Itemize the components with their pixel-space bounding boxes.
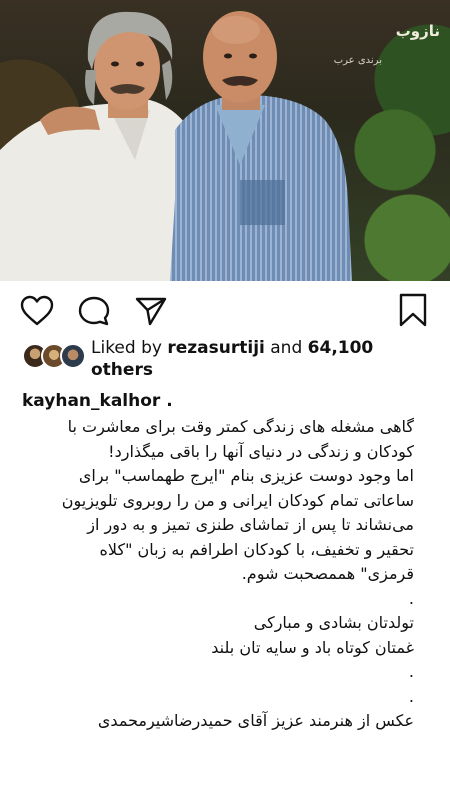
caption-line: ساعاتی تمام کودکان ایرانی و من را روبروی…: [61, 490, 414, 510]
caption-line: .: [408, 588, 414, 608]
bookmark-icon[interactable]: [398, 293, 428, 327]
avatar: [60, 343, 86, 369]
action-bar: [0, 281, 450, 337]
likes-text: Liked by rezasurtiji and 64,100 others: [91, 337, 373, 381]
likes-others[interactable]: others: [91, 360, 153, 380]
post-photo[interactable]: نازوب برندی عرب: [0, 0, 450, 281]
caption-line: قرمزی" هممصحبت شوم.: [241, 564, 414, 583]
caption-line: می‌نشاند تا پس از تماشای طنزی تمیز و به …: [87, 515, 414, 534]
caption-line: .: [408, 662, 414, 681]
caption-line: گاهی مشغله های زندگی کمتر وقت برای معاشر…: [67, 417, 414, 436]
post-username[interactable]: kayhan_kalhor .: [0, 381, 450, 415]
share-icon[interactable]: [134, 295, 168, 327]
liked-by-prefix: Liked by: [91, 338, 162, 358]
caption-line: اما وجود دوست عزیزی بنام "ایرج طهماسب" ب…: [78, 466, 414, 485]
photo-signature: برندی عرب: [333, 55, 382, 66]
caption-line: عکس از هنرمند عزیز آقای حمیدرضاشیرمحمدی: [97, 711, 414, 730]
photo-person-right: [40, 11, 352, 281]
photo-watermark: نازوب: [395, 22, 440, 40]
caption-line: تحقیر و تخفیف، با کودکان اطرافم به زبان …: [99, 539, 414, 559]
caption-line: .: [408, 686, 414, 706]
likes-section[interactable]: Liked by rezasurtiji and 64,100 others: [0, 337, 450, 381]
post-caption: گاهی مشغله های زندگی کمتر وقت برای معاشر…: [0, 415, 450, 734]
liked-and: and: [270, 338, 303, 358]
likes-count[interactable]: 64,100: [308, 338, 374, 358]
comment-icon[interactable]: [77, 295, 111, 327]
caption-line: تولدتان بشادی و مبارکی: [253, 613, 414, 632]
caption-line: غمتان کوتاه باد و سایه تان بلند: [211, 637, 414, 657]
heart-icon[interactable]: [20, 295, 54, 327]
liker-username[interactable]: rezasurtiji: [167, 338, 265, 358]
liker-avatars[interactable]: [22, 343, 86, 369]
caption-line: کودکان و زندگی در دنیای آنها را باقی میگ…: [108, 441, 414, 461]
